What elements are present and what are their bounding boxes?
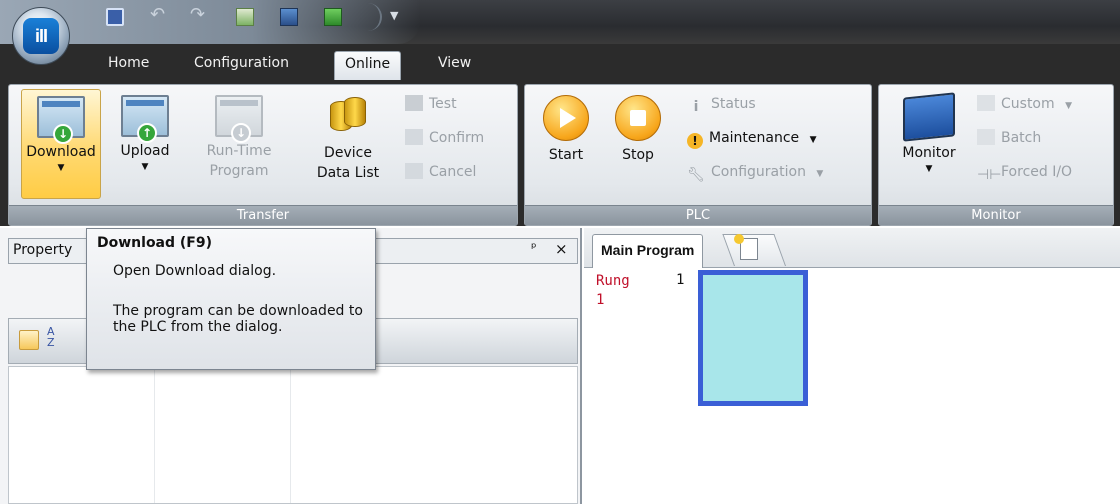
runtime-program-button[interactable]: ↓ Run-Time Program [193, 89, 285, 199]
plc-group: Start Stop i Status ! Maintenance ▼ 🔧︎ Conf… [524, 84, 872, 226]
play-icon [543, 95, 589, 141]
runtime-program-icon: ↓ [215, 95, 263, 143]
stop-icon [615, 95, 661, 141]
tab-view[interactable]: View [428, 51, 481, 80]
customize-quick-access-icon[interactable]: ▼ [390, 9, 398, 22]
editor-tab-strip: Main Program [584, 228, 1120, 268]
chevron-down-icon: ▼ [816, 169, 824, 179]
app-logo-icon: iII [23, 18, 59, 54]
stop-button[interactable]: Stop [609, 89, 667, 199]
property-grid-column [155, 367, 291, 503]
status-button[interactable]: i Status [687, 93, 756, 115]
upload-button[interactable]: ↑ Upload ▼ [107, 89, 183, 199]
monitor-button[interactable]: Monitor ▼ [887, 89, 971, 199]
plc-group-label: PLC [525, 205, 871, 225]
tab-configuration[interactable]: Configuration [184, 51, 299, 80]
tooltip-line-1: Open Download dialog. [113, 263, 277, 279]
ladder-editor: Main Program Rung 1 1 [584, 228, 1120, 504]
device-data-list-button[interactable]: Device Data List [303, 89, 393, 199]
configuration-label: Configuration [711, 164, 806, 180]
maintenance-label: Maintenance [709, 130, 800, 146]
star-icon [734, 234, 744, 244]
batch-icon [977, 129, 995, 145]
monitor-group-label: Monitor [879, 205, 1113, 225]
confirm-label: Confirm [429, 130, 485, 146]
chevron-down-icon: ▼ [925, 164, 933, 174]
ribbon-tabs: Home Configuration Online View [0, 44, 1120, 80]
transfer-group-label: Transfer [9, 205, 517, 225]
property-grid-column [9, 367, 155, 503]
new-program-icon[interactable] [236, 8, 254, 26]
redo-icon[interactable]: ↷ [190, 4, 208, 25]
start-label: Start [548, 147, 584, 163]
forced-io-button[interactable]: ⊣⊢Forced I/O [977, 161, 1072, 183]
upload-label: Upload [120, 143, 170, 159]
test-button[interactable]: Test [405, 93, 457, 115]
ribbon: ↓ Download ▼ ↑ Upload ▼ ↓ Run-Time Progr… [0, 80, 1120, 226]
device-label-1: Device [324, 145, 372, 161]
confirm-icon [405, 129, 423, 145]
runtime-label-1: Run-Time [206, 143, 272, 159]
title-bar: iII ↶ ↷ ▼ [0, 0, 1120, 65]
chevron-down-icon: ▼ [57, 163, 65, 173]
tooltip-line-2: The program can be downloaded to the PLC… [113, 303, 363, 335]
tab-home[interactable]: Home [98, 51, 159, 80]
download-button[interactable]: ↓ Download ▼ [21, 89, 101, 199]
test-label: Test [429, 96, 457, 112]
batch-button[interactable]: Batch [977, 127, 1041, 149]
database-icon [326, 95, 370, 139]
batch-label: Batch [1001, 130, 1042, 146]
online-quick-icon[interactable] [324, 8, 342, 26]
chevron-down-icon: ▼ [141, 162, 149, 172]
custom-button[interactable]: Custom ▼ [977, 93, 1072, 115]
upload-icon: ↑ [121, 95, 169, 143]
download-tooltip: Download (F9) Open Download dialog. The … [86, 228, 376, 370]
chevron-down-icon: ▼ [809, 135, 817, 145]
property-panel-title: Property [13, 242, 73, 258]
device-label-2: Data List [316, 165, 380, 181]
rung-number-left: 1 [596, 292, 605, 308]
warning-icon: ! [687, 133, 703, 149]
property-grid[interactable] [8, 366, 578, 504]
pin-icon[interactable]: ᵖ [531, 241, 537, 256]
test-icon [405, 95, 423, 111]
monitor-icon [903, 92, 955, 142]
ladder-cell-cursor[interactable] [698, 270, 808, 406]
monitor-label: Monitor [902, 145, 956, 161]
download-icon: ↓ [37, 96, 85, 144]
cancel-button[interactable]: Cancel [405, 161, 476, 183]
monitor-group: Monitor ▼ Custom ▼ Batch ⊣⊢Forced I/O Mo… [878, 84, 1114, 226]
runtime-label-2: Program [209, 163, 269, 179]
save-icon[interactable] [106, 8, 124, 26]
download-label: Download [26, 144, 96, 160]
contact-icon: ⊣⊢ [977, 167, 1002, 183]
confirm-button[interactable]: Confirm [405, 127, 484, 149]
table-icon [977, 95, 995, 111]
undo-icon[interactable]: ↶ [150, 4, 168, 25]
wrench-icon: 🔧︎ [687, 167, 705, 183]
rung-number-top: 1 [676, 272, 685, 288]
transfer-group: ↓ Download ▼ ↑ Upload ▼ ↓ Run-Time Progr… [8, 84, 518, 226]
monitor-quick-icon[interactable] [280, 8, 298, 26]
start-button[interactable]: Start [537, 89, 595, 199]
rung-label: Rung [596, 273, 630, 289]
stop-label: Stop [622, 147, 654, 163]
configuration-button[interactable]: 🔧︎ Configuration ▼ [687, 161, 823, 183]
tooltip-title: Download (F9) [97, 235, 213, 251]
cancel-label: Cancel [429, 164, 477, 180]
info-icon: i [693, 99, 699, 115]
maintenance-button[interactable]: ! Maintenance ▼ [687, 127, 817, 149]
custom-label: Custom [1001, 96, 1055, 112]
tab-online[interactable]: Online [334, 51, 402, 80]
forced-io-label: Forced I/O [1001, 164, 1073, 180]
status-label: Status [711, 96, 756, 112]
close-icon[interactable]: × [555, 240, 568, 258]
categorized-icon[interactable] [19, 330, 39, 350]
chevron-down-icon: ▼ [1065, 101, 1073, 111]
sort-alphabetical-icon[interactable]: AZ [47, 326, 55, 348]
application-menu-button[interactable]: iII [12, 7, 70, 65]
tab-main-program[interactable]: Main Program [592, 234, 704, 268]
cancel-icon [405, 163, 423, 179]
